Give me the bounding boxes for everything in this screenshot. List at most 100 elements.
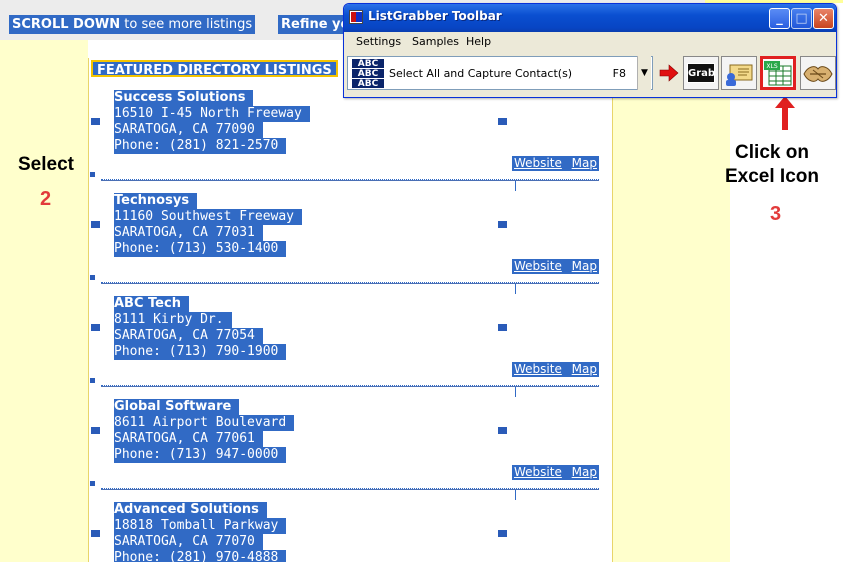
map-link[interactable]: Map	[570, 465, 599, 479]
abc-capture-icon: ABC ABC ABC	[352, 59, 384, 89]
window-titlebar[interactable]: ListGrabber Toolbar _ □ ✕	[344, 4, 836, 32]
excel-export-button[interactable]: XLS	[760, 56, 796, 90]
selection-bullet	[498, 118, 507, 125]
featured-listings-header: FEATURED DIRECTORY LISTINGS	[91, 60, 338, 78]
listing-name: ABC Tech	[114, 296, 189, 312]
listing-phone: Phone: (713) 947-0000	[114, 447, 287, 463]
selection-bullet	[90, 481, 95, 486]
listing-text: ABC Tech 8111 Kirby Dr. SARATOGA, CA 770…	[114, 296, 287, 360]
red-arrow-icon	[775, 96, 795, 130]
selection-bullet	[91, 118, 100, 125]
excel-instruction: Click on Excel Icon	[712, 141, 832, 189]
listing-name: Advanced Solutions	[114, 502, 267, 518]
listing-city: SARATOGA, CA 77054	[114, 328, 263, 344]
selection-bullet	[90, 172, 95, 177]
listgrabber-toolbar-window: ListGrabber Toolbar _ □ ✕ Settings Sampl…	[343, 3, 837, 98]
selection-bullet	[91, 324, 100, 331]
link-spacer	[564, 465, 570, 479]
listing-item: Global Software 8611 Airport Boulevard S…	[89, 399, 614, 502]
divider-tick	[515, 284, 516, 294]
menu-help[interactable]: Help	[466, 32, 491, 52]
abc-line: ABC	[352, 69, 384, 79]
menu-bar: Settings Samples Help	[344, 32, 836, 52]
listing-divider	[101, 385, 599, 387]
map-link[interactable]: Map	[570, 362, 599, 376]
listing-divider	[101, 179, 599, 181]
grab-button[interactable]: Grab	[683, 56, 719, 90]
listing-links: Website Map	[512, 362, 599, 377]
scroll-hint-bold: SCROLL DOWN	[12, 17, 121, 32]
excel-icon-label: XLS	[766, 63, 777, 70]
website-link[interactable]: Website	[512, 156, 564, 170]
window-title: ListGrabber Toolbar	[368, 9, 502, 23]
link-spacer	[564, 156, 570, 170]
listing-phone: Phone: (713) 790-1900	[114, 344, 287, 360]
action-select[interactable]: ABC ABC ABC Select All and Capture Conta…	[347, 56, 653, 90]
listing-street: 16510 I-45 North Freeway	[114, 106, 310, 122]
divider-tick	[515, 490, 516, 500]
map-link[interactable]: Map	[570, 156, 599, 170]
selection-bullet	[90, 378, 95, 383]
selection-bullet	[498, 427, 507, 434]
right-margin	[612, 40, 730, 562]
listing-phone: Phone: (281) 970-4888	[114, 550, 287, 562]
excel-instruction-line1: Click on	[735, 142, 809, 163]
listing-text: Technosys 11160 Southwest Freeway SARATO…	[114, 193, 303, 257]
abc-line: ABC	[352, 79, 384, 89]
abc-line: ABC	[352, 59, 384, 69]
listing-item: Advanced Solutions 18818 Tomball Parkway…	[89, 502, 614, 562]
select-instruction: Select	[18, 154, 74, 175]
toolbar-row: ABC ABC ABC Select All and Capture Conta…	[344, 54, 836, 96]
listing-name: Global Software	[114, 399, 240, 415]
minimize-button[interactable]: _	[769, 8, 790, 29]
map-link[interactable]: Map	[570, 259, 599, 273]
refine-link-text: Refine yo	[281, 17, 344, 32]
grab-icon: Grab	[687, 63, 715, 83]
contact-card-icon	[726, 64, 753, 86]
website-link[interactable]: Website	[512, 259, 564, 273]
action-shortcut: F8	[612, 67, 626, 80]
refine-link[interactable]: Refine yo	[278, 15, 344, 34]
listing-item: ABC Tech 8111 Kirby Dr. SARATOGA, CA 770…	[89, 296, 614, 399]
website-link[interactable]: Website	[512, 362, 564, 376]
scroll-hint: SCROLL DOWN to see more listings	[9, 15, 256, 34]
listing-text: Success Solutions 16510 I-45 North Freew…	[114, 90, 310, 154]
listing-city: SARATOGA, CA 77061	[114, 431, 263, 447]
listing-divider	[101, 282, 599, 284]
handshake-button[interactable]	[800, 56, 836, 90]
link-spacer	[564, 362, 570, 376]
listing-item: Success Solutions 16510 I-45 North Freew…	[89, 90, 614, 193]
listing-divider	[101, 488, 599, 490]
selection-bullet	[91, 221, 100, 228]
action-label: Select All and Capture Contact(s)	[389, 67, 573, 80]
listing-links: Website Map	[512, 259, 599, 274]
contact-card-button[interactable]	[721, 56, 757, 90]
website-link[interactable]: Website	[512, 465, 564, 479]
listing-city: SARATOGA, CA 77031	[114, 225, 263, 241]
excel-instruction-line2: Excel Icon	[725, 166, 819, 187]
close-button[interactable]: ✕	[813, 8, 834, 29]
divider-tick	[515, 181, 516, 191]
divider-tick	[515, 387, 516, 397]
handshake-icon	[803, 66, 833, 82]
maximize-button[interactable]: □	[791, 8, 812, 29]
dropdown-arrow-icon[interactable]: ▼	[637, 56, 651, 90]
listing-street: 8611 Airport Boulevard	[114, 415, 295, 431]
menu-samples[interactable]: Samples	[412, 32, 459, 52]
listing-links: Website Map	[512, 156, 599, 171]
listing-street: 11160 Southwest Freeway	[114, 209, 303, 225]
listing-links: Website Map	[512, 465, 599, 480]
selection-bullet	[90, 275, 95, 280]
listing-name: Success Solutions	[114, 90, 254, 106]
listing-city: SARATOGA, CA 77090	[114, 122, 263, 138]
listing-text: Global Software 8611 Airport Boulevard S…	[114, 399, 295, 463]
run-arrow-icon[interactable]	[658, 64, 680, 82]
left-margin	[0, 40, 88, 562]
listing-phone: Phone: (713) 530-1400	[114, 241, 287, 257]
listing-phone: Phone: (281) 821-2570	[114, 138, 287, 154]
listing-street: 8111 Kirby Dr.	[114, 312, 232, 328]
listing-name: Technosys	[114, 193, 198, 209]
menu-settings[interactable]: Settings	[356, 32, 401, 52]
step-2-number: 2	[40, 188, 52, 210]
listings-panel: FEATURED DIRECTORY LISTINGS Success Solu…	[88, 58, 613, 562]
